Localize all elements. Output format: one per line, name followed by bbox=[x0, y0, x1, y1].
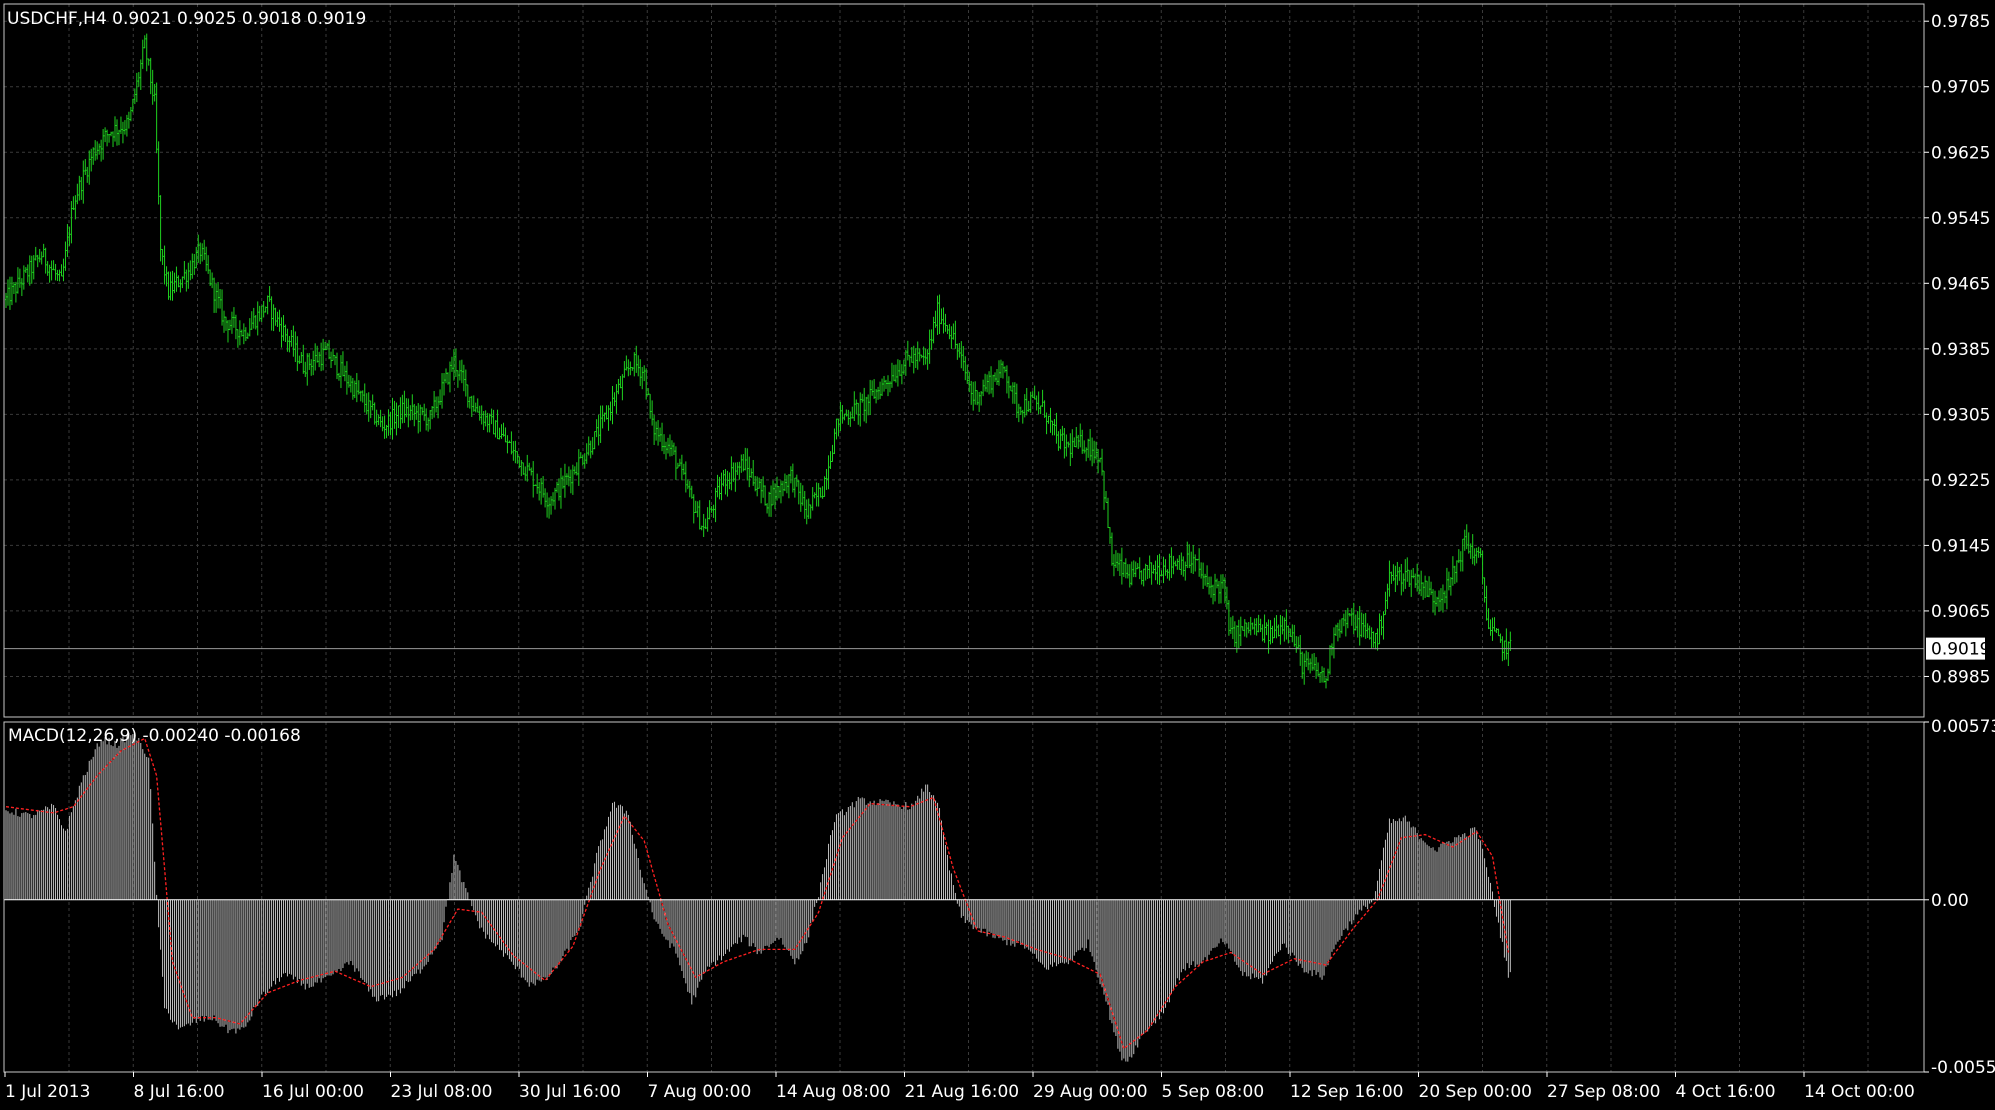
time-tick-label: 20 Sep 00:00 bbox=[1419, 1082, 1532, 1102]
time-tick-label: 5 Sep 08:00 bbox=[1162, 1082, 1265, 1102]
price-tick-label: 0.9385 bbox=[1931, 340, 1990, 360]
time-tick-label: 16 Jul 00:00 bbox=[262, 1082, 364, 1102]
symbol-title: USDCHF,H4 0.9021 0.9025 0.9018 0.9019 bbox=[7, 9, 366, 29]
trading-chart[interactable]: 0.9785 0.9705 0.9625 0.9545 0.9465 0.9385 0.93… bbox=[0, 0, 1995, 1110]
time-tick-label: 30 Jul 16:00 bbox=[519, 1082, 621, 1102]
price-tick-label: 0.9545 bbox=[1931, 209, 1990, 229]
time-tick-label: 14 Aug 08:00 bbox=[776, 1082, 891, 1102]
macd-tick-label: -0.00555 bbox=[1931, 1058, 1995, 1078]
price-tick-label: 0.9705 bbox=[1931, 78, 1990, 98]
time-tick-label: 12 Sep 16:00 bbox=[1290, 1082, 1403, 1102]
price-tick-label: 0.9065 bbox=[1931, 602, 1990, 622]
time-tick-label: 23 Jul 08:00 bbox=[391, 1082, 493, 1102]
time-tick-label: 1 Jul 2013 bbox=[5, 1082, 90, 1102]
time-tick-label: 4 Oct 16:00 bbox=[1676, 1082, 1776, 1102]
time-tick-label: 21 Aug 16:00 bbox=[905, 1082, 1020, 1102]
macd-tick-label: 0.00573 bbox=[1931, 717, 1995, 737]
price-tick-label: 0.9305 bbox=[1931, 405, 1990, 425]
macd-title: MACD(12,26,9) -0.00240 -0.00168 bbox=[8, 726, 301, 746]
current-price-tag: 0.9019 bbox=[1926, 637, 1990, 660]
macd-tick-label: 0.00 bbox=[1931, 891, 1969, 911]
price-tick-label: 0.9785 bbox=[1931, 12, 1990, 32]
time-tick-label: 7 Aug 00:00 bbox=[648, 1082, 752, 1102]
time-tick-label: 14 Oct 00:00 bbox=[1804, 1082, 1915, 1102]
price-tick-label: 0.9625 bbox=[1931, 143, 1990, 163]
price-tick-label: 0.8985 bbox=[1931, 667, 1990, 687]
time-tick-label: 29 Aug 00:00 bbox=[1033, 1082, 1148, 1102]
current-price-label: 0.9019 bbox=[1931, 640, 1990, 660]
price-tick-label: 0.9225 bbox=[1931, 471, 1990, 491]
time-tick-label: 27 Sep 08:00 bbox=[1547, 1082, 1660, 1102]
price-tick-label: 0.9465 bbox=[1931, 274, 1990, 294]
price-tick-label: 0.9145 bbox=[1931, 536, 1990, 556]
time-tick-label: 8 Jul 16:00 bbox=[134, 1082, 225, 1102]
